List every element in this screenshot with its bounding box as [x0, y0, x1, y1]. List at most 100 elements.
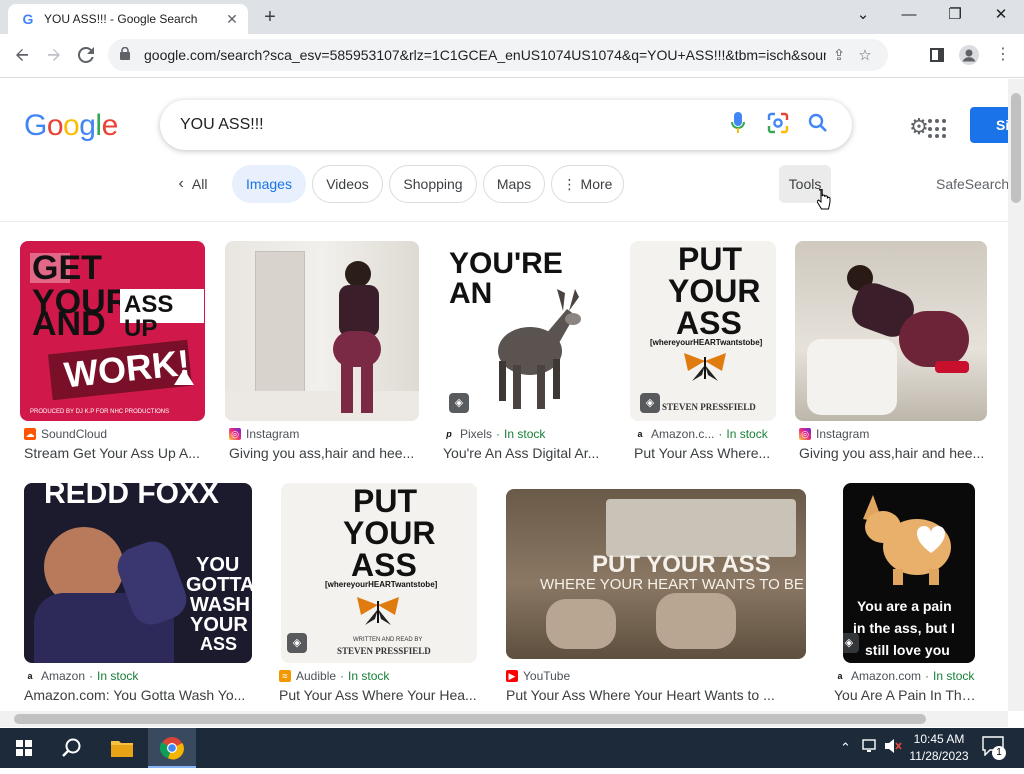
- result-caption[interactable]: Amazon.com: You Gotta Wash Yo...: [24, 687, 252, 703]
- lock-icon[interactable]: [120, 46, 134, 63]
- chevron-left-icon: ‹: [178, 175, 184, 192]
- profile-avatar[interactable]: [954, 40, 984, 70]
- result-thumbnail[interactable]: You are a pain in the ass, but I still l…: [843, 483, 975, 663]
- arrow-right-icon[interactable]: [39, 40, 69, 70]
- result-caption[interactable]: Stream Get Your Ass Up A...: [24, 445, 210, 461]
- thumb-decor: [546, 599, 616, 649]
- result-caption[interactable]: You're An Ass Digital Ar...: [443, 445, 611, 461]
- result-thumbnail[interactable]: REDD FOXX YOU GOTTA WASH YOUR ASS: [24, 483, 252, 663]
- chrome-taskbar-icon[interactable]: [148, 728, 196, 768]
- image-result[interactable]: YOU'RE AN ◈ p Pixels · In stock You're A…: [439, 241, 611, 471]
- minimize-button[interactable]: —: [886, 0, 932, 30]
- thumb-text: STEVEN PRESSFIELD: [337, 646, 431, 656]
- image-result[interactable]: PUT YOUR ASS [whereyourHEARTwantstobe] S…: [630, 241, 776, 471]
- header-divider: [0, 221, 1008, 222]
- chip-all[interactable]: ‹ All: [168, 165, 218, 203]
- chip-maps[interactable]: Maps: [483, 165, 545, 203]
- result-source[interactable]: a Amazon.com · In stock: [834, 669, 974, 683]
- result-source[interactable]: p Pixels · In stock: [443, 427, 545, 441]
- result-thumbnail[interactable]: PUT YOUR ASS WHERE YOUR HEART WANTS TO B…: [506, 489, 806, 659]
- arrow-left-icon[interactable]: [7, 40, 37, 70]
- bookmark-star-icon[interactable]: ☆: [852, 46, 878, 64]
- result-source[interactable]: ≈ Audible · In stock: [279, 669, 389, 683]
- chevron-up-icon[interactable]: ⌃: [840, 740, 851, 756]
- image-result[interactable]: ◎ Instagram Giving you ass,hair and hee.…: [225, 241, 419, 471]
- result-caption[interactable]: You Are A Pain In The...: [834, 687, 980, 703]
- result-source[interactable]: ◎ Instagram: [799, 427, 869, 441]
- chip-images[interactable]: Images: [232, 165, 306, 203]
- thumb-text: GOTTA: [186, 574, 252, 596]
- image-result[interactable]: PUT YOUR ASS WHERE YOUR HEART WANTS TO B…: [502, 483, 808, 709]
- result-source[interactable]: a Amazon · In stock: [24, 669, 138, 683]
- result-source[interactable]: ◎ Instagram: [229, 427, 299, 441]
- google-logo[interactable]: Google: [24, 109, 118, 143]
- thumb-decor: [807, 339, 897, 415]
- search-icon[interactable]: [48, 728, 96, 768]
- thumb-text: STEVEN PRESSFIELD: [662, 402, 756, 412]
- address-bar[interactable]: google.com/search?sca_esv=585953107&rlz=…: [108, 39, 888, 71]
- search-box[interactable]: YOU ASS!!!: [160, 100, 852, 150]
- youtube-icon: ▶: [506, 670, 518, 682]
- vertical-scroll-thumb[interactable]: [1011, 93, 1021, 203]
- result-thumbnail[interactable]: [795, 241, 987, 421]
- product-tag-icon: ◈: [640, 393, 660, 413]
- donkey-illustration: [498, 289, 581, 409]
- result-caption[interactable]: Put Your Ass Where Your Heart Wants to .…: [506, 687, 806, 703]
- chip-videos[interactable]: Videos: [312, 165, 383, 203]
- search-icon[interactable]: [798, 113, 838, 138]
- result-source[interactable]: ☁ SoundCloud: [24, 427, 107, 441]
- image-result[interactable]: You are a pain in the ass, but I still l…: [830, 483, 980, 709]
- apps-grid-icon[interactable]: [928, 119, 948, 139]
- system-clock[interactable]: 10:45 AM 11/28/2023: [902, 731, 976, 765]
- image-result[interactable]: ◎ Instagram Giving you ass,hair and hee.…: [795, 241, 987, 471]
- sign-in-button[interactable]: Si: [970, 107, 1008, 143]
- browser-menu-icon[interactable]: ⋮: [988, 40, 1018, 70]
- windows-start-icon[interactable]: [0, 728, 48, 768]
- share-icon[interactable]: ⇪: [826, 46, 852, 64]
- result-source[interactable]: ▶ YouTube: [506, 669, 570, 683]
- restore-button[interactable]: ❐: [932, 0, 978, 30]
- microphone-icon[interactable]: [718, 111, 758, 139]
- safesearch-button[interactable]: SafeSearch: [936, 165, 1008, 203]
- result-source[interactable]: a Amazon.c... · In stock: [634, 427, 768, 441]
- result-caption[interactable]: Giving you ass,hair and hee...: [229, 445, 419, 461]
- file-explorer-icon[interactable]: [98, 728, 146, 768]
- image-result[interactable]: REDD FOXX YOU GOTTA WASH YOUR ASS a Amaz…: [20, 483, 252, 709]
- thumb-decor: [174, 369, 194, 385]
- url-text[interactable]: google.com/search?sca_esv=585953107&rlz=…: [144, 47, 826, 63]
- image-result[interactable]: PUT YOUR ASS [whereyourHEARTwantstobe] W…: [275, 483, 481, 709]
- more-vert-icon: ⋮: [562, 175, 577, 192]
- new-tab-button[interactable]: +: [258, 6, 282, 30]
- thumb-decor: [606, 499, 796, 557]
- thumb-decor: [935, 361, 969, 373]
- search-input[interactable]: YOU ASS!!!: [180, 116, 718, 134]
- source-name: Pixels: [460, 427, 493, 441]
- thumb-decor: [899, 311, 969, 367]
- thumb-decor: [361, 361, 373, 413]
- thumb-text: PUT: [678, 241, 742, 277]
- result-caption[interactable]: Put Your Ass Where...: [634, 445, 780, 461]
- tab-search-icon[interactable]: ⌄: [840, 0, 886, 30]
- lens-icon[interactable]: [758, 112, 798, 139]
- volume-muted-icon[interactable]: [884, 738, 902, 754]
- result-thumbnail[interactable]: YOU'RE AN ◈: [439, 241, 611, 421]
- network-icon[interactable]: [862, 738, 880, 754]
- google-favicon-icon: G: [22, 11, 34, 27]
- browser-tab[interactable]: G YOU ASS!!! - Google Search ✕: [8, 4, 248, 34]
- result-thumbnail[interactable]: GET YOUR ASS UP AND WORK! PRODUCED BY DJ…: [20, 241, 205, 421]
- result-thumbnail[interactable]: PUT YOUR ASS [whereyourHEARTwantstobe] S…: [630, 241, 776, 421]
- side-panel-icon[interactable]: [922, 40, 952, 70]
- logo-letter: g: [79, 109, 96, 142]
- close-window-button[interactable]: ✕: [978, 0, 1024, 30]
- result-thumbnail[interactable]: PUT YOUR ASS [whereyourHEARTwantstobe] W…: [281, 483, 477, 663]
- result-caption[interactable]: Giving you ass,hair and hee...: [799, 445, 989, 461]
- horizontal-scroll-thumb[interactable]: [14, 714, 926, 724]
- chip-shopping[interactable]: Shopping: [389, 165, 477, 203]
- reload-icon[interactable]: [71, 40, 101, 70]
- result-caption[interactable]: Put Your Ass Where Your Hea...: [279, 687, 479, 703]
- instagram-icon: ◎: [799, 428, 811, 440]
- chip-more[interactable]: ⋮ More: [551, 165, 624, 203]
- tab-close-icon[interactable]: ✕: [224, 11, 240, 27]
- image-result[interactable]: GET YOUR ASS UP AND WORK! PRODUCED BY DJ…: [20, 241, 206, 471]
- result-thumbnail[interactable]: [225, 241, 419, 421]
